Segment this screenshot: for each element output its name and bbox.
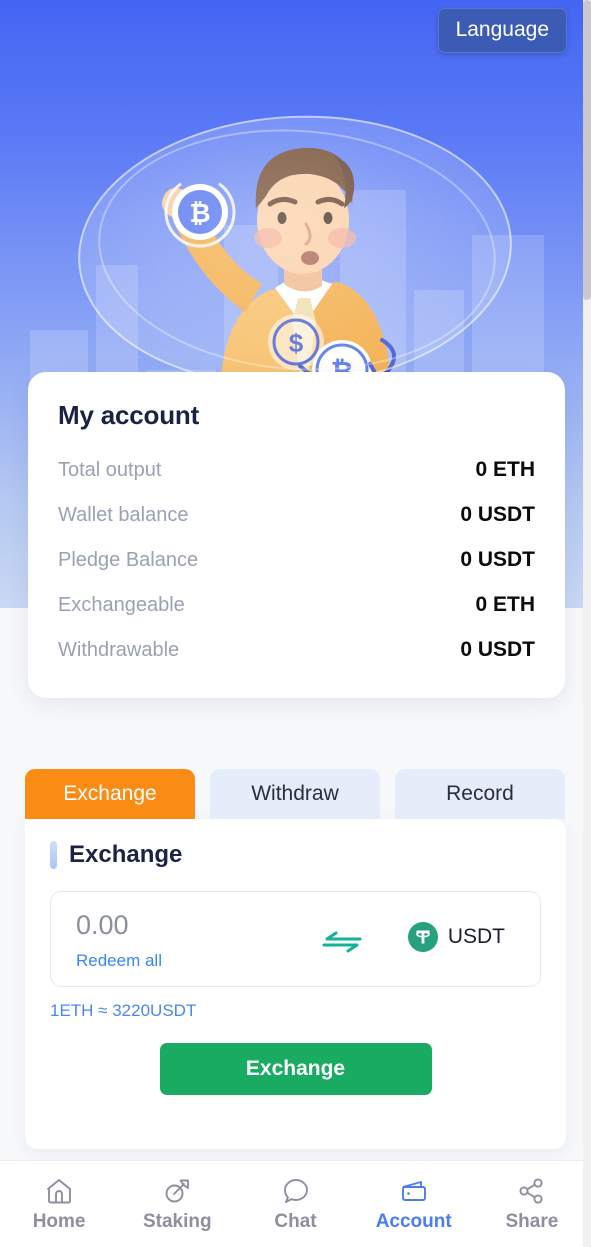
language-button[interactable]: Language xyxy=(437,8,567,53)
swap-arrows-icon[interactable] xyxy=(322,928,362,961)
nav-item-share[interactable]: Share xyxy=(473,1176,591,1233)
coin-selector[interactable]: USDT xyxy=(407,922,505,952)
home-icon xyxy=(44,1176,74,1206)
tether-logo-icon xyxy=(407,922,438,952)
exchange-section-header: Exchange xyxy=(50,841,541,869)
table-row: Pledge Balance 0 USDT xyxy=(58,537,535,582)
row-label-pledge-balance: Pledge Balance xyxy=(58,549,199,571)
chat-icon xyxy=(281,1176,311,1206)
nav-label-staking: Staking xyxy=(142,1210,212,1232)
exchange-section-title: Exchange xyxy=(69,841,183,868)
hero-illustration: ₿ $ ₿ xyxy=(70,104,520,402)
table-row: Total output 0 ETH xyxy=(58,447,535,492)
exchange-input-card: Redeem all USDT xyxy=(50,891,541,987)
share-icon xyxy=(517,1176,547,1206)
nav-label-home: Home xyxy=(32,1210,86,1232)
table-row: Exchangeable 0 ETH xyxy=(58,582,535,627)
tab-record[interactable]: Record xyxy=(395,769,565,819)
nav-item-account[interactable]: Account xyxy=(355,1176,473,1233)
tab-bar: Exchange Withdraw Record xyxy=(25,769,565,819)
row-value-exchangeable: 0 ETH xyxy=(475,593,535,616)
row-value-wallet-balance: 0 USDT xyxy=(460,503,535,526)
account-summary-card: My account Total output 0 ETH Wallet bal… xyxy=(28,372,565,698)
nav-item-home[interactable]: Home xyxy=(0,1176,118,1233)
app-root: ₿ $ ₿ Language My account Total xyxy=(0,0,591,1247)
amount-input[interactable] xyxy=(76,910,276,941)
row-value-withdrawable: 0 USDT xyxy=(460,638,535,661)
amount-column: Redeem all xyxy=(76,910,276,971)
table-row: Wallet balance 0 USDT xyxy=(58,492,535,537)
coin-symbol-label: USDT xyxy=(447,925,505,948)
exchange-submit-button[interactable]: Exchange xyxy=(159,1043,432,1095)
row-label-withdrawable: Withdrawable xyxy=(58,639,180,661)
bottom-navigation-bar: Home Staking Chat Account Share xyxy=(0,1160,591,1247)
row-label-total-output: Total output xyxy=(58,459,162,481)
exchange-rate-text: 1ETH ≈ 3220USDT xyxy=(50,1001,197,1020)
table-row: Withdrawable 0 USDT xyxy=(58,627,535,672)
shovel-icon xyxy=(162,1176,192,1206)
tab-withdraw[interactable]: Withdraw xyxy=(210,769,380,819)
row-label-wallet-balance: Wallet balance xyxy=(58,504,189,526)
tab-exchange[interactable]: Exchange xyxy=(25,769,195,819)
nav-label-share: Share xyxy=(505,1210,559,1232)
exchange-panel: Exchange Redeem all xyxy=(25,819,566,1149)
nav-label-account: Account xyxy=(375,1210,452,1232)
nav-item-staking[interactable]: Staking xyxy=(118,1176,236,1233)
page-title: My account xyxy=(58,400,200,430)
nav-item-chat[interactable]: Chat xyxy=(236,1176,354,1233)
wallet-icon xyxy=(399,1176,429,1206)
scrollbar-track[interactable] xyxy=(583,0,591,1247)
row-value-total-output: 0 ETH xyxy=(475,458,535,481)
row-value-pledge-balance: 0 USDT xyxy=(460,548,535,571)
redeem-all-link[interactable]: Redeem all xyxy=(76,951,276,971)
nav-label-chat: Chat xyxy=(274,1210,317,1232)
accent-bar-decoration xyxy=(50,841,57,869)
row-label-exchangeable: Exchangeable xyxy=(58,594,185,616)
scrollbar-thumb[interactable] xyxy=(583,0,591,300)
